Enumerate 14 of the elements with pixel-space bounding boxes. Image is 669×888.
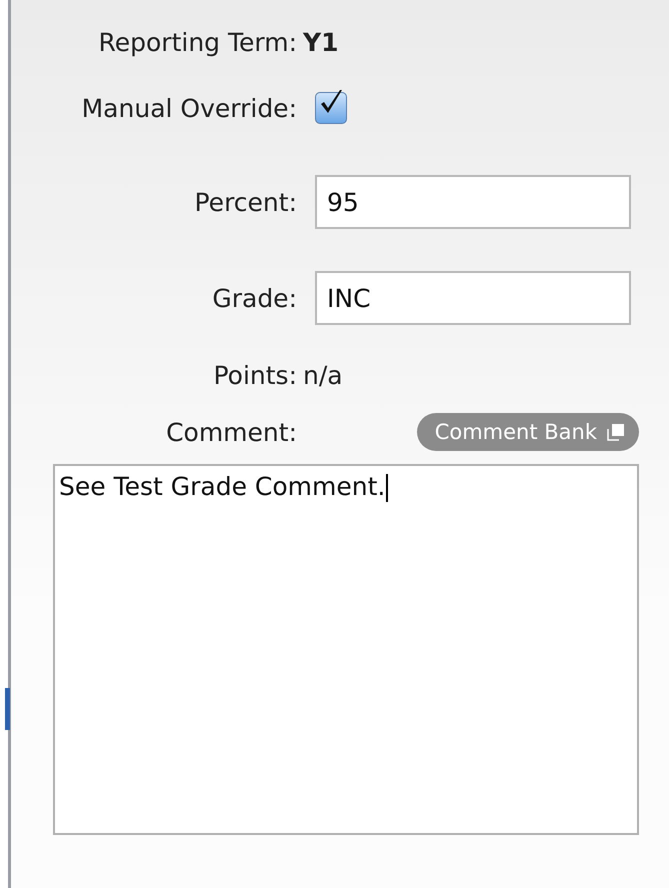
field-label: Reporting Term: <box>98 28 297 56</box>
override-checkbox[interactable] <box>315 92 347 124</box>
field-label: Percent: <box>194 188 297 216</box>
field-label: Grade: <box>212 284 297 312</box>
scroll-marker-icon <box>5 688 10 730</box>
points-value: n/a <box>303 360 344 390</box>
field-label: Manual Override: <box>82 94 297 122</box>
field-label: Points: <box>213 360 297 390</box>
input-field[interactable]: INC <box>315 271 631 325</box>
comment-text-area[interactable]: See Test Grade Comment. <box>53 464 639 835</box>
input-field[interactable]: 95 <box>315 175 631 229</box>
field-label: Comment: <box>166 418 297 446</box>
popout-icon <box>607 423 625 441</box>
term-value: Y1 <box>303 28 340 56</box>
